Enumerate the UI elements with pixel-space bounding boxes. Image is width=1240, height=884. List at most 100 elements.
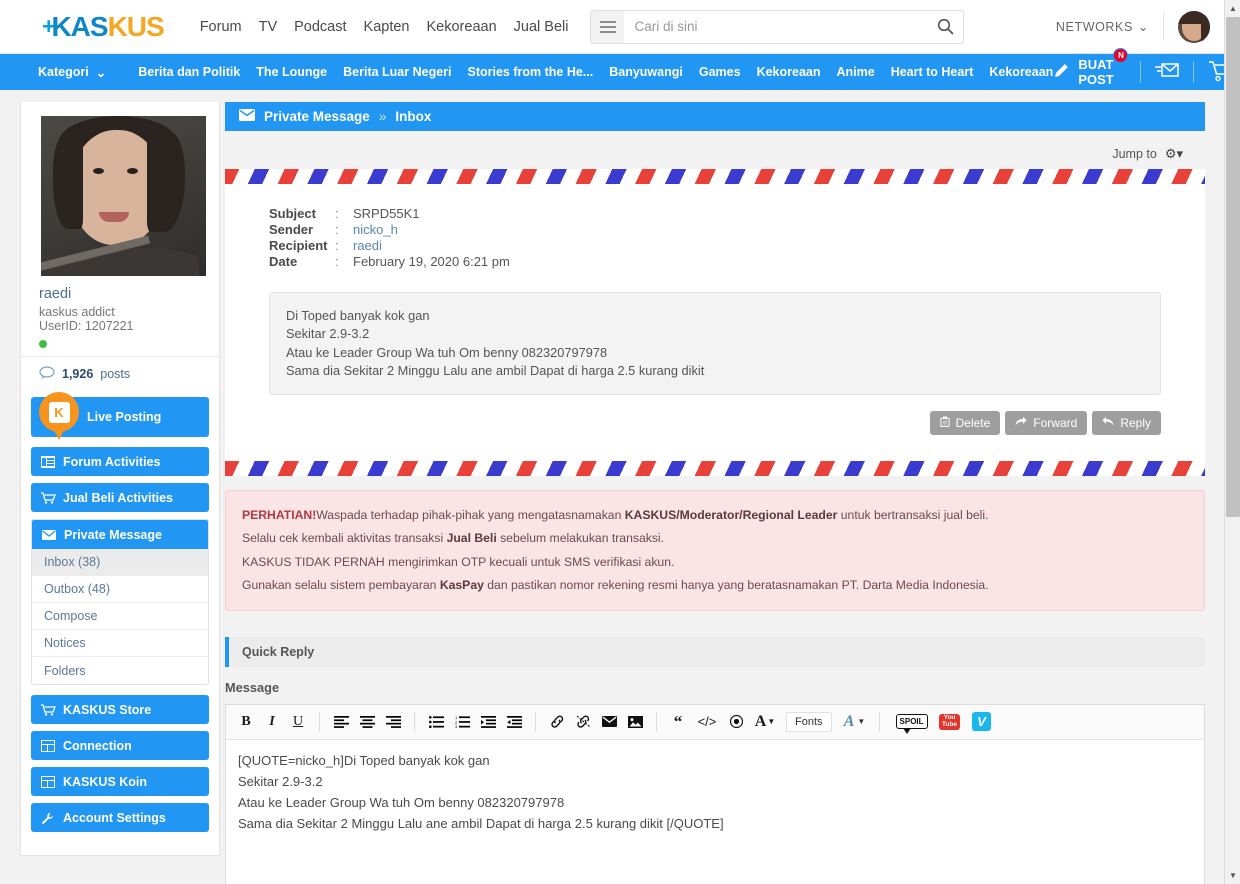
sidebar-item-folders[interactable]: Folders bbox=[32, 657, 208, 684]
category-banyuwangi[interactable]: Banyuwangi bbox=[609, 65, 683, 79]
scroll-up-arrow-icon[interactable]: ▲ bbox=[1225, 0, 1240, 17]
browser-scrollbar[interactable]: ▲ ▼ bbox=[1224, 0, 1240, 884]
align-left-icon[interactable] bbox=[329, 709, 353, 735]
category-kekoreaan[interactable]: Kekoreaan bbox=[757, 65, 821, 79]
target-icon[interactable] bbox=[724, 709, 748, 735]
topnav-item-tv[interactable]: TV bbox=[259, 19, 278, 35]
sidebar-item-notices[interactable]: Notices bbox=[32, 630, 208, 657]
meta-value-recipient[interactable]: raedi bbox=[353, 238, 382, 254]
bullet-list-icon[interactable] bbox=[424, 709, 448, 735]
networks-dropdown[interactable]: NETWORKS ⌄ bbox=[1056, 19, 1149, 34]
search-input[interactable] bbox=[624, 10, 964, 44]
message-field-label: Message bbox=[225, 667, 1205, 704]
buat-post-button[interactable]: BUAT POST N bbox=[1053, 57, 1126, 87]
trash-icon bbox=[940, 416, 950, 430]
topnav-item-kekoreaan[interactable]: Kekoreaan bbox=[427, 19, 497, 35]
cart-icon bbox=[41, 492, 55, 504]
airmail-border-bottom bbox=[225, 461, 1205, 476]
sidebar-item-live-posting[interactable]: K Live Posting bbox=[31, 397, 209, 437]
jump-to-label[interactable]: Jump to bbox=[1112, 147, 1156, 161]
sidebar-item-outbox[interactable]: Outbox (48) bbox=[32, 576, 208, 603]
font-size-icon[interactable]: A▼ bbox=[750, 709, 780, 735]
scroll-down-arrow-icon[interactable]: ▼ bbox=[1225, 867, 1240, 884]
youtube-icon[interactable]: YouTube bbox=[935, 709, 965, 735]
forward-button[interactable]: Forward bbox=[1005, 411, 1087, 435]
numbered-list-icon[interactable]: 123 bbox=[450, 709, 474, 735]
category-stories-from-the-heart[interactable]: Stories from the He... bbox=[468, 65, 594, 79]
top-navigation: Forum TV Podcast Kapten Kekoreaan Jual B… bbox=[200, 19, 569, 35]
sidebar-item-compose[interactable]: Compose bbox=[32, 603, 208, 630]
kaskus-logo[interactable]: +KASKUS bbox=[42, 11, 164, 43]
link-icon[interactable] bbox=[545, 709, 569, 735]
profile-title: kaskus addict bbox=[39, 305, 201, 319]
sidebar-item-jual-beli-activities[interactable]: Jual Beli Activities bbox=[31, 483, 209, 512]
category-games[interactable]: Games bbox=[699, 65, 741, 79]
category-berita-luar-negeri[interactable]: Berita Luar Negeri bbox=[343, 65, 451, 79]
search-icon[interactable] bbox=[937, 18, 954, 35]
sidebar-label: Live Posting bbox=[87, 410, 161, 424]
quick-reply-editor: B I U bbox=[225, 704, 1205, 884]
font-color-icon[interactable]: A▼ bbox=[840, 709, 870, 735]
envelope-icon bbox=[42, 529, 56, 541]
gear-icon[interactable]: ⚙▾ bbox=[1165, 146, 1183, 162]
sidebar-label: KASKUS Store bbox=[63, 703, 151, 717]
avatar[interactable] bbox=[1178, 11, 1210, 43]
messages-icon[interactable] bbox=[1155, 62, 1179, 82]
menu-hamburger-icon[interactable] bbox=[590, 10, 624, 44]
forward-arrow-icon bbox=[1015, 416, 1027, 430]
posts-count: 1,926 bbox=[62, 367, 93, 381]
topnav-item-kapten[interactable]: Kapten bbox=[364, 19, 410, 35]
cart-icon[interactable] bbox=[1208, 60, 1224, 85]
sidebar-item-account-settings[interactable]: Account Settings bbox=[31, 803, 209, 832]
unlink-icon[interactable] bbox=[571, 709, 595, 735]
warning-text: Gunakan selalu sistem pembayaran bbox=[242, 578, 440, 592]
email-icon[interactable] bbox=[597, 709, 621, 735]
topnav-item-podcast[interactable]: Podcast bbox=[294, 19, 346, 35]
warning-line-2: Selalu cek kembali aktivitas transaksi J… bbox=[242, 527, 1188, 550]
topnav-item-jual-beli[interactable]: Jual Beli bbox=[514, 19, 569, 35]
align-center-icon[interactable] bbox=[355, 709, 379, 735]
sidebar-item-kaskus-store[interactable]: KASKUS Store bbox=[31, 695, 209, 724]
indent-icon[interactable] bbox=[476, 709, 500, 735]
category-navbar: Kategori ⌄ Berita dan Politik The Lounge… bbox=[0, 54, 1224, 90]
fonts-dropdown[interactable]: Fonts bbox=[786, 712, 832, 732]
sidebar-item-connection[interactable]: Connection bbox=[31, 731, 209, 760]
category-heart-to-heart[interactable]: Heart to Heart bbox=[891, 65, 974, 79]
chevron-down-icon: ⌄ bbox=[96, 65, 106, 80]
reply-arrow-icon bbox=[1102, 416, 1114, 430]
category-berita-dan-politik[interactable]: Berita dan Politik bbox=[138, 65, 240, 79]
category-the-lounge[interactable]: The Lounge bbox=[256, 65, 327, 79]
image-icon[interactable] bbox=[623, 709, 647, 735]
page-title-separator: » bbox=[379, 109, 387, 124]
code-icon[interactable]: </> bbox=[692, 709, 722, 735]
italic-button[interactable]: I bbox=[260, 709, 284, 735]
sidebar-item-inbox[interactable]: Inbox (38) bbox=[32, 549, 208, 576]
meta-colon: : bbox=[335, 206, 353, 222]
kategori-dropdown[interactable]: Kategori ⌄ bbox=[38, 65, 106, 80]
topnav-item-forum[interactable]: Forum bbox=[200, 19, 242, 35]
divider bbox=[879, 712, 880, 732]
quote-icon[interactable]: “ bbox=[666, 709, 690, 735]
spoiler-icon[interactable]: SPOIL bbox=[897, 709, 927, 735]
align-right-icon[interactable] bbox=[381, 709, 405, 735]
outdent-icon[interactable] bbox=[502, 709, 526, 735]
scrollbar-thumb[interactable] bbox=[1226, 17, 1240, 517]
vimeo-icon[interactable]: V bbox=[967, 709, 997, 735]
underline-button[interactable]: U bbox=[286, 709, 310, 735]
sidebar-item-kaskus-koin[interactable]: KASKUS Koin bbox=[31, 767, 209, 796]
sidebar-item-private-message[interactable]: Private Message bbox=[32, 520, 208, 549]
category-kekoreaan-2[interactable]: Kekoreaan bbox=[989, 65, 1053, 79]
quick-reply-textarea[interactable]: [QUOTE=nicko_h]Di Toped banyak kok gan S… bbox=[226, 740, 1204, 884]
bold-button[interactable]: B bbox=[234, 709, 258, 735]
sidebar-label: KASKUS Koin bbox=[63, 775, 147, 789]
profile-username[interactable]: raedi bbox=[39, 286, 201, 302]
sidebar-label: Connection bbox=[63, 739, 132, 753]
delete-button[interactable]: Delete bbox=[930, 411, 1001, 435]
airmail-border-top bbox=[225, 169, 1205, 184]
reply-button[interactable]: Reply bbox=[1092, 411, 1161, 435]
meta-value-sender[interactable]: nicko_h bbox=[353, 222, 398, 238]
category-anime[interactable]: Anime bbox=[837, 65, 875, 79]
posts-label: posts bbox=[100, 367, 130, 381]
button-label: Delete bbox=[956, 416, 991, 430]
sidebar-item-forum-activities[interactable]: Forum Activities bbox=[31, 447, 209, 476]
